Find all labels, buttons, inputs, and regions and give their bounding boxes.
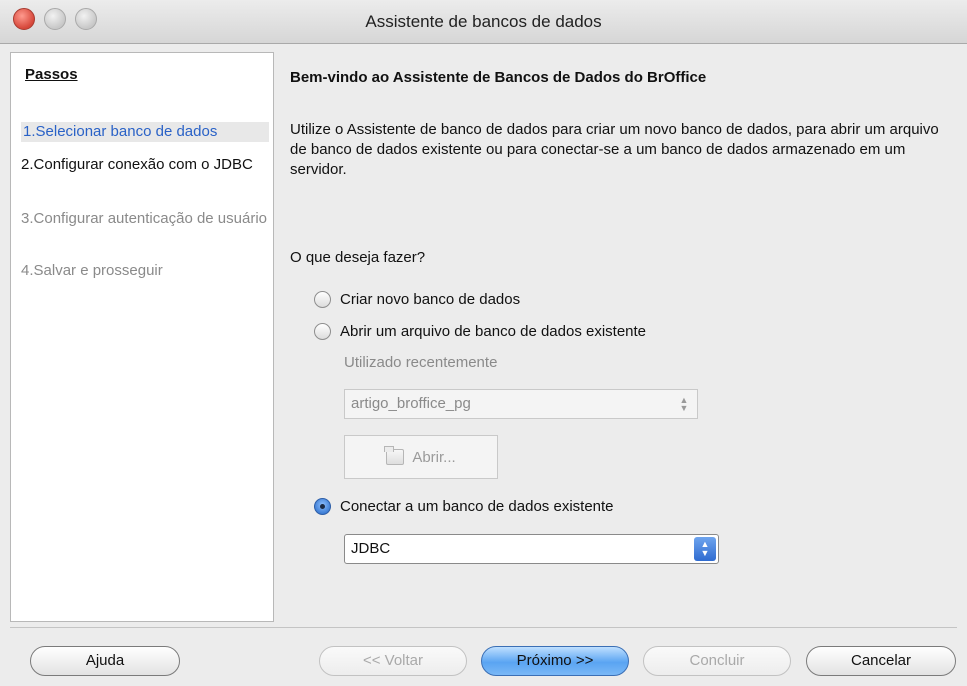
recent-files-value: artigo_broffice_pg	[351, 395, 471, 412]
radio-button[interactable]	[314, 322, 331, 340]
recently-used-label: Utilizado recentemente	[344, 354, 498, 371]
option-label: Criar novo banco de dados	[340, 290, 521, 308]
step-label: Salvar e prosseguir	[33, 262, 163, 279]
page-title: Bem-vindo ao Assistente de Bancos de Dad…	[290, 69, 707, 86]
step-label: Configurar conexão com o JDBC	[33, 156, 253, 173]
window-title: Assistente de bancos de dados	[365, 12, 602, 31]
step-save-and-proceed: 4.Salvar e prosseguir	[21, 261, 271, 281]
database-wizard-window: Assistente de bancos de dados Passos 1.S…	[0, 0, 967, 686]
up-down-arrows-icon[interactable]: ▲ ▼	[694, 537, 716, 561]
step-user-authentication: 3.Configurar autenticação de usuário	[21, 209, 271, 229]
next-button[interactable]: Próximo >>	[481, 646, 629, 676]
help-button[interactable]: Ajuda	[30, 646, 180, 676]
radio-button-selected[interactable]	[314, 497, 331, 515]
step-label: Configurar autenticação de usuário	[33, 210, 267, 227]
steps-sidebar: Passos 1.Selecionar banco de dados 2.Con…	[10, 52, 274, 622]
intro-text: Utilize o Assistente de banco de dados p…	[290, 121, 939, 178]
open-button-label: Abrir...	[412, 448, 456, 466]
steps-heading: Passos	[25, 66, 78, 83]
option-create-new-database[interactable]: Criar novo banco de dados	[314, 288, 520, 310]
option-open-existing-file[interactable]: Abrir um arquivo de banco de dados exist…	[314, 320, 646, 342]
radio-button[interactable]	[314, 290, 331, 308]
step-select-database[interactable]: 1.Selecionar banco de dados	[21, 122, 269, 142]
footer-divider	[10, 627, 957, 628]
option-connect-existing-database[interactable]: Conectar a um banco de dados existente	[314, 495, 614, 517]
connection-type-value: JDBC	[351, 540, 391, 557]
up-down-arrows-icon: ▲ ▼	[679, 395, 689, 413]
cancel-button[interactable]: Cancelar	[806, 646, 956, 676]
step-number: 4.	[21, 262, 34, 279]
recent-files-select: artigo_broffice_pg ▲ ▼	[344, 389, 698, 419]
back-button: << Voltar	[319, 646, 467, 676]
step-number: 1.	[23, 123, 36, 140]
connection-type-select[interactable]: JDBC ▲ ▼	[344, 534, 719, 564]
step-label: Selecionar banco de dados	[35, 123, 218, 140]
title-bar[interactable]: Assistente de bancos de dados	[0, 0, 967, 44]
folder-icon	[384, 446, 405, 465]
question-label: O que deseja fazer?	[290, 249, 426, 266]
wizard-content: Bem-vindo ao Assistente de Bancos de Dad…	[276, 52, 967, 622]
step-number: 2.	[21, 156, 34, 173]
finish-button: Concluir	[643, 646, 791, 676]
step-configure-jdbc[interactable]: 2.Configurar conexão com o JDBC	[21, 155, 271, 175]
open-file-button: Abrir...	[344, 435, 498, 479]
option-label: Conectar a um banco de dados existente	[340, 497, 614, 515]
option-label: Abrir um arquivo de banco de dados exist…	[340, 322, 647, 340]
step-number: 3.	[21, 210, 34, 227]
